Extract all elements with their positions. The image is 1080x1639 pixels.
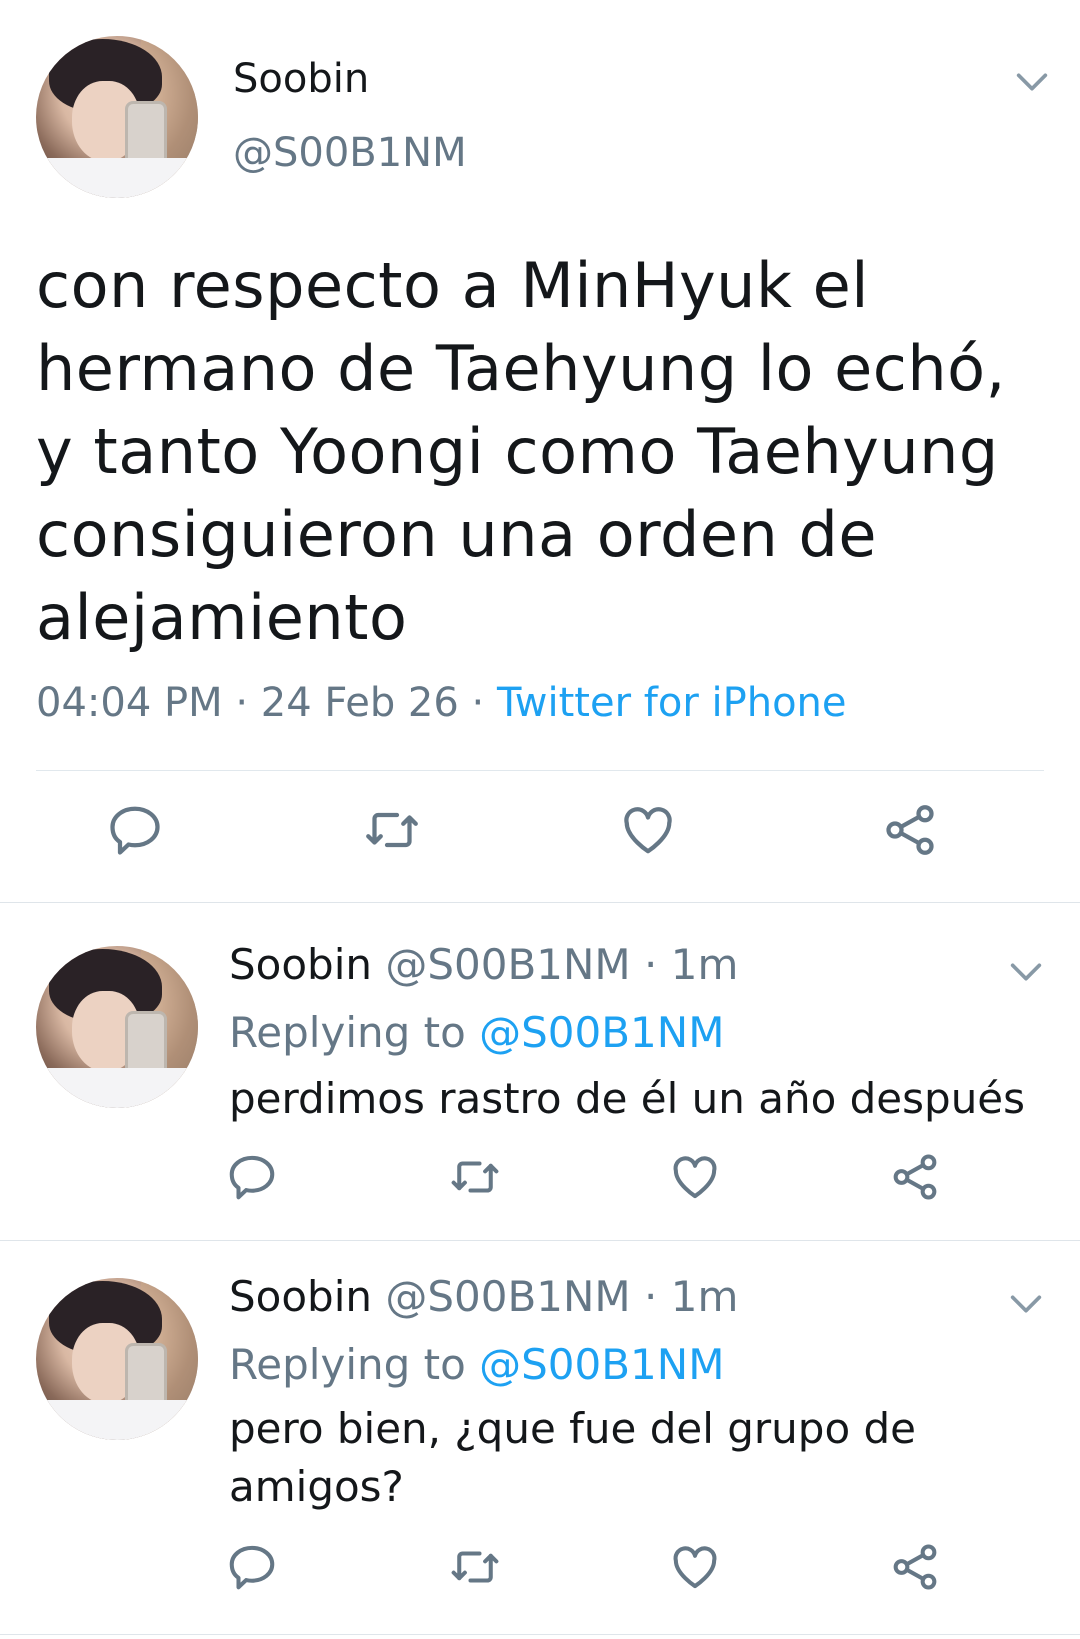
reply-text: perdimos rastro de él un año después [229,1074,1026,1123]
reply-header: Soobin @S00B1NM · 1m [229,1272,738,1321]
author-name[interactable]: Soobin [233,56,369,102]
chevron-down-icon[interactable] [1006,952,1046,992]
reply-icon[interactable] [105,800,165,860]
divider [0,1634,1080,1635]
author-handle[interactable]: @S00B1NM [385,940,630,989]
tweet-age: 1m [670,1272,739,1321]
author-handle[interactable]: @S00B1NM [233,130,467,176]
divider [0,1240,1080,1241]
retweet-icon[interactable] [448,1150,502,1204]
reply-icon[interactable] [225,1150,279,1204]
retweet-icon[interactable] [362,800,422,860]
reply-icon[interactable] [225,1540,279,1594]
replying-to-link[interactable]: @S00B1NM [479,1008,724,1057]
reply-text: pero bien, ¿que fue del grupo de amigos? [229,1404,917,1511]
like-icon[interactable] [668,1150,722,1204]
tweet-text: con respecto a MinHyuk el hermano de Tae… [36,249,1006,654]
header-separator: · [630,940,671,989]
author-name[interactable]: Soobin [229,1272,372,1321]
header-separator: · [630,1272,671,1321]
like-icon[interactable] [668,1540,722,1594]
divider [36,770,1044,771]
divider [0,902,1080,903]
tweet-actions [0,798,1080,878]
share-icon[interactable] [888,1540,942,1594]
tweet-meta: 04:04 PM · 24 Feb 26 · Twitter for iPhon… [36,680,847,726]
share-icon[interactable] [888,1150,942,1204]
tweet-time: 04:04 PM [36,680,223,726]
chevron-down-icon[interactable] [1006,1284,1046,1324]
tweet-date: 24 Feb 26 [260,680,459,726]
chevron-down-icon[interactable] [1012,62,1052,102]
retweet-icon[interactable] [448,1540,502,1594]
replying-to: Replying to @S00B1NM [229,1340,724,1389]
replying-label: Replying to [229,1340,480,1389]
author-name[interactable]: Soobin [229,940,372,989]
like-icon[interactable] [618,800,678,860]
replying-to: Replying to @S00B1NM [229,1008,724,1057]
replying-label: Replying to [229,1008,480,1057]
replying-to-link[interactable]: @S00B1NM [479,1340,724,1389]
avatar[interactable] [36,1278,198,1440]
share-icon[interactable] [880,800,940,860]
avatar[interactable] [36,36,198,198]
author-handle[interactable]: @S00B1NM [385,1272,630,1321]
avatar[interactable] [36,946,198,1108]
tweet-age: 1m [670,940,739,989]
meta-separator: · [458,680,497,726]
reply-header: Soobin @S00B1NM · 1m [229,940,738,989]
meta-separator: · [222,680,261,726]
tweet-source-link[interactable]: Twitter for iPhone [497,680,847,726]
